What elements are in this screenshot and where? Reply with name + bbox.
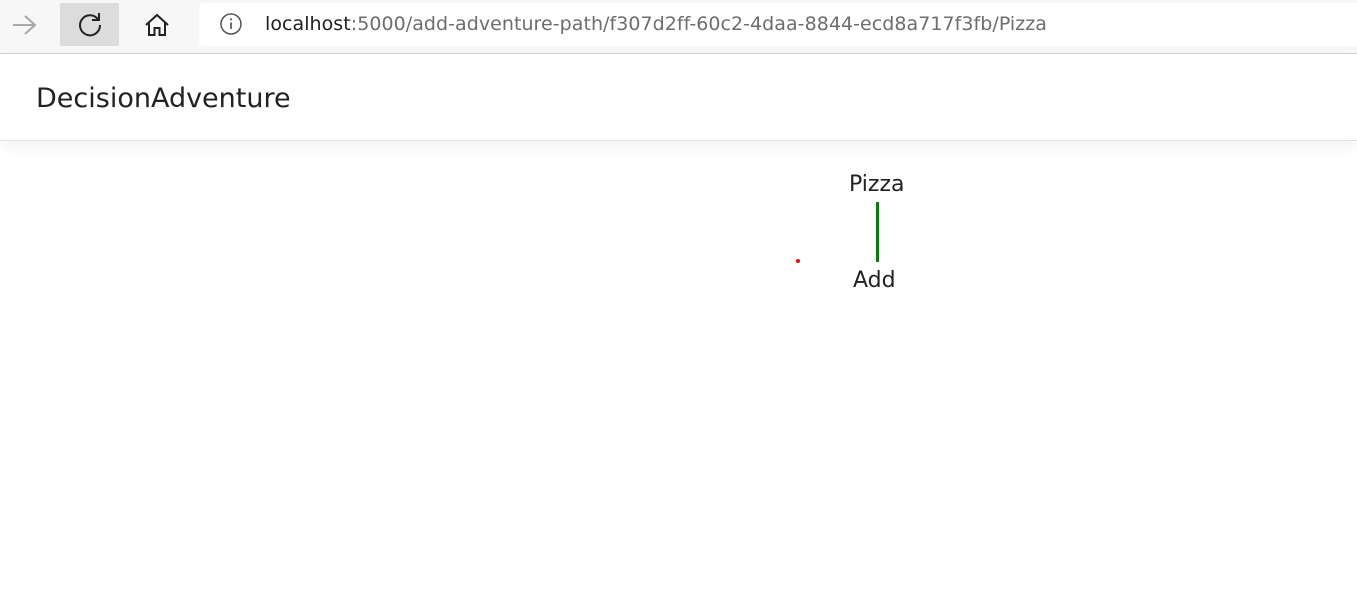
path-connector-line (876, 202, 879, 262)
url-path: :5000/add-adventure-path/f307d2ff-60c2-4… (350, 13, 1047, 35)
address-bar[interactable]: localhost:5000/add-adventure-path/f307d2… (199, 3, 1357, 46)
app-navbar: DecisionAdventure (0, 55, 1357, 141)
add-path-link[interactable]: Add (853, 267, 896, 295)
browser-toolbar: localhost:5000/add-adventure-path/f307d2… (0, 0, 1357, 54)
brand-link[interactable]: DecisionAdventure (36, 80, 291, 118)
forward-icon (12, 14, 36, 35)
adventure-tree: Pizza Add (0, 141, 1357, 612)
reload-button[interactable] (60, 3, 119, 46)
forward-button[interactable] (0, 3, 53, 46)
home-icon (144, 13, 169, 36)
home-button[interactable] (127, 3, 186, 46)
url-text[interactable]: localhost:5000/add-adventure-path/f307d2… (265, 3, 1047, 46)
info-icon[interactable] (220, 13, 242, 35)
root-node-label: Pizza (849, 172, 905, 197)
url-host: localhost (265, 13, 351, 35)
marker-dot (796, 259, 800, 263)
reload-icon (78, 12, 101, 36)
